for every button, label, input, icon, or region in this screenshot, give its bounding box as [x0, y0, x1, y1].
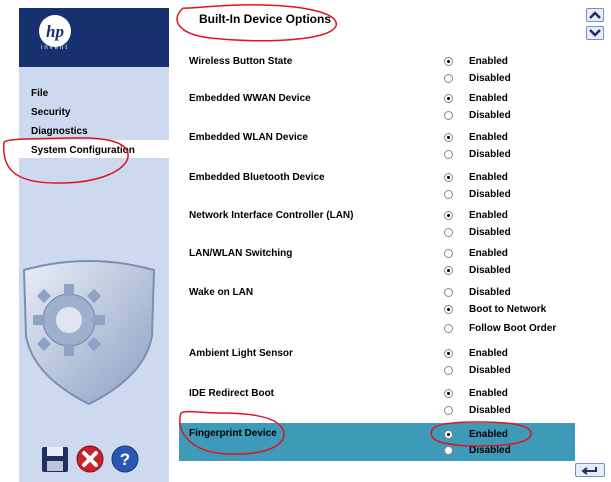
- help-icon[interactable]: ?: [110, 444, 140, 474]
- radio-button[interactable]: [444, 133, 453, 142]
- option-label: Wireless Button State: [189, 56, 293, 67]
- radio-button[interactable]: [444, 228, 453, 237]
- radio-button[interactable]: [444, 211, 453, 220]
- page-title: Built-In Device Options: [199, 12, 332, 26]
- radio-button[interactable]: [444, 111, 453, 120]
- option-choice[interactable]: Disabled: [469, 189, 511, 200]
- radio-button[interactable]: [444, 266, 453, 275]
- radio-button[interactable]: [444, 150, 453, 159]
- radio-button[interactable]: [444, 430, 453, 439]
- option-choice[interactable]: Enabled: [469, 93, 508, 104]
- radio-button[interactable]: [444, 324, 453, 333]
- shield-gear-icon: [22, 260, 156, 406]
- option-label: Embedded Bluetooth Device: [189, 172, 325, 183]
- option-choice[interactable]: Enabled: [469, 429, 508, 440]
- option-choice[interactable]: Disabled: [469, 445, 511, 456]
- radio-button[interactable]: [444, 366, 453, 375]
- option-choice[interactable]: Enabled: [469, 248, 508, 259]
- option-choice[interactable]: Disabled: [469, 405, 511, 416]
- radio-button[interactable]: [444, 94, 453, 103]
- option-label: Network Interface Controller (LAN): [189, 210, 354, 221]
- option-choice[interactable]: Disabled: [469, 287, 511, 298]
- radio-button[interactable]: [444, 190, 453, 199]
- hp-logo: hp: [39, 15, 71, 47]
- option-choice[interactable]: Enabled: [469, 210, 508, 221]
- sidebar-item-file[interactable]: File: [31, 88, 48, 99]
- option-choice[interactable]: Disabled: [469, 265, 511, 276]
- return-arrow-icon: [581, 467, 597, 475]
- option-label: Ambient Light Sensor: [189, 348, 293, 359]
- option-choice[interactable]: Enabled: [469, 348, 508, 359]
- radio-button[interactable]: [444, 74, 453, 83]
- option-choice[interactable]: Disabled: [469, 149, 511, 160]
- option-choice[interactable]: Follow Boot Order: [469, 323, 556, 334]
- option-choice[interactable]: Enabled: [469, 56, 508, 67]
- option-label: LAN/WLAN Switching: [189, 248, 293, 259]
- sidebar-item-diagnostics[interactable]: Diagnostics: [31, 126, 88, 137]
- radio-button[interactable]: [444, 57, 453, 66]
- cancel-icon[interactable]: [75, 444, 105, 474]
- option-choice[interactable]: Disabled: [469, 110, 511, 121]
- svg-text:?: ?: [120, 450, 130, 469]
- logo-text: invent: [40, 45, 69, 51]
- svg-text:hp: hp: [46, 22, 64, 41]
- radio-button[interactable]: [444, 288, 453, 297]
- option-choice[interactable]: Disabled: [469, 365, 511, 376]
- radio-button[interactable]: [444, 349, 453, 358]
- radio-button[interactable]: [444, 389, 453, 398]
- option-label: Wake on LAN: [189, 287, 254, 298]
- option-choice[interactable]: Enabled: [469, 172, 508, 183]
- scroll-up-button[interactable]: [586, 8, 604, 22]
- radio-button[interactable]: [444, 249, 453, 258]
- radio-button[interactable]: [444, 446, 453, 455]
- back-button[interactable]: [575, 463, 605, 477]
- option-choice[interactable]: Boot to Network: [469, 304, 546, 315]
- option-choice[interactable]: Enabled: [469, 132, 508, 143]
- option-choice[interactable]: Disabled: [469, 73, 511, 84]
- save-icon[interactable]: [40, 444, 70, 474]
- radio-button[interactable]: [444, 173, 453, 182]
- option-label: IDE Redirect Boot: [189, 388, 275, 399]
- option-choice[interactable]: Enabled: [469, 388, 508, 399]
- option-label: Embedded WLAN Device: [189, 132, 308, 143]
- chevron-up-icon: [589, 11, 601, 19]
- radio-button[interactable]: [444, 406, 453, 415]
- chevron-down-icon: [589, 29, 601, 37]
- scroll-down-button[interactable]: [586, 26, 604, 40]
- option-label: Embedded WWAN Device: [189, 93, 311, 104]
- sidebar-item-security[interactable]: Security: [31, 107, 70, 118]
- sidebar-item-system-configuration[interactable]: System Configuration: [31, 145, 135, 156]
- radio-button[interactable]: [444, 305, 453, 314]
- option-label: Fingerprint Device: [189, 428, 277, 439]
- sidebar: [19, 8, 169, 482]
- option-choice[interactable]: Disabled: [469, 227, 511, 238]
